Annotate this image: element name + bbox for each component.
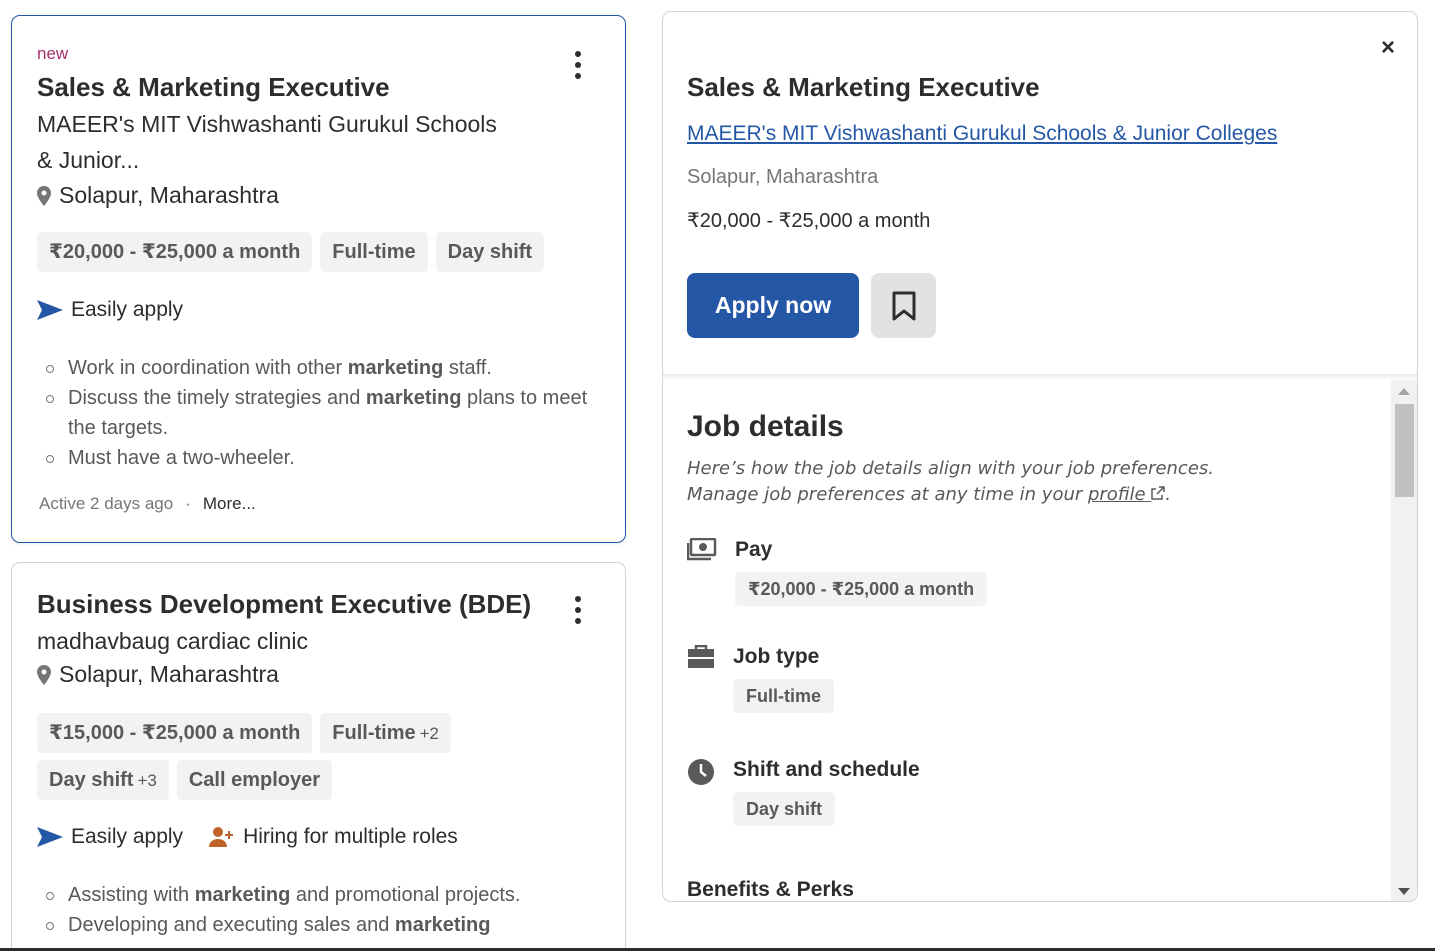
pay-row: Pay ₹20,000 - ₹25,000 a month xyxy=(687,538,988,606)
snippet-item: Discuss the timely strategies and market… xyxy=(44,383,604,443)
easily-apply-label: Easily apply xyxy=(71,298,184,321)
job-title[interactable]: Sales & Marketing Executive xyxy=(37,72,390,103)
job-card-bde[interactable]: Business Development Executive (BDE) mad… xyxy=(11,562,626,951)
external-link-icon xyxy=(1151,486,1166,500)
job-type-tag: Full-time +2 xyxy=(320,713,452,753)
job-type-label: Job type xyxy=(733,645,820,668)
more-vertical-icon xyxy=(575,51,581,57)
salary-tag: ₹15,000 - ₹25,000 a month xyxy=(37,713,313,753)
location-text: Solapur, Maharashtra xyxy=(59,661,279,687)
meta-separator: · xyxy=(185,494,191,513)
job-type-value-tag: Full-time xyxy=(733,679,834,713)
job-meta: Active 2 days ago · More... xyxy=(39,494,256,514)
job-tags-row2: Day shift +3 Call employer xyxy=(37,760,333,800)
save-job-button[interactable] xyxy=(871,273,936,338)
job-options-button[interactable] xyxy=(568,48,588,82)
job-options-button[interactable] xyxy=(568,593,588,627)
profile-link[interactable]: profile xyxy=(1088,484,1166,505)
job-location: Solapur, Maharashtra xyxy=(37,661,279,688)
briefcase-icon xyxy=(688,645,714,668)
shift-label: Shift and schedule xyxy=(733,758,920,781)
note-line2: Manage job preferences at any time in yo… xyxy=(687,484,1171,505)
map-pin-icon xyxy=(37,185,51,206)
easily-apply-label: Easily apply xyxy=(71,825,184,848)
more-link[interactable]: More... xyxy=(203,494,256,514)
detail-job-title: Sales & Marketing Executive xyxy=(687,72,1040,102)
company-name: madhavbaug cardiac clinic xyxy=(37,628,309,654)
easily-apply-feature: Easily apply xyxy=(37,298,183,322)
job-details-heading: Job details xyxy=(687,410,844,443)
job-features: Easily apply Hiring for multiple roles xyxy=(37,825,458,849)
send-arrow-icon xyxy=(37,300,63,320)
pay-label: Pay xyxy=(735,538,773,561)
job-snippet-list: Assisting with marketing and promotional… xyxy=(44,880,604,940)
job-detail-panel: × Sales & Marketing Executive MAEER's MI… xyxy=(662,11,1418,902)
snippet-item: Work in coordination with other marketin… xyxy=(44,353,604,383)
shift-tag: Day shift xyxy=(435,232,545,272)
company-name-line2: & Junior... xyxy=(37,147,140,173)
scroll-down-icon[interactable] xyxy=(1398,888,1410,895)
new-badge: new xyxy=(37,44,69,63)
job-location: Solapur, Maharashtra xyxy=(37,182,279,209)
snippet-item: Assisting with marketing and promotional… xyxy=(44,880,604,910)
clock-icon xyxy=(688,759,714,785)
location-text: Solapur, Maharashtra xyxy=(59,182,279,208)
call-employer-tag: Call employer xyxy=(176,760,333,800)
shift-row: Shift and schedule Day shift xyxy=(687,758,920,826)
note-line1: Here’s how the job details align with yo… xyxy=(687,458,1215,479)
job-type-row: Job type Full-time xyxy=(687,645,834,713)
hiring-multiple-feature: Hiring for multiple roles xyxy=(209,825,458,849)
send-arrow-icon xyxy=(37,827,63,847)
job-card-sales-marketing[interactable]: new Sales & Marketing Executive MAEER's … xyxy=(11,15,626,543)
detail-company-link[interactable]: MAEER's MIT Vishwashanti Gurukul Schools… xyxy=(687,122,1277,146)
shift-tag: Day shift +3 xyxy=(37,760,169,800)
easily-apply-feature: Easily apply xyxy=(37,825,183,849)
hiring-multiple-label: Hiring for multiple roles xyxy=(243,825,458,848)
job-tags: ₹15,000 - ₹25,000 a month Full-time +2 xyxy=(37,713,452,753)
scroll-up-icon[interactable] xyxy=(1398,388,1410,395)
person-add-icon xyxy=(209,827,234,847)
snippet-item: Must have a two-wheeler. xyxy=(44,443,604,473)
close-icon[interactable]: × xyxy=(1381,34,1395,62)
job-title[interactable]: Business Development Executive (BDE) xyxy=(37,589,531,620)
money-icon xyxy=(687,538,717,561)
company-name: MAEER's MIT Vishwashanti Gurukul Schools… xyxy=(37,106,537,178)
detail-salary: ₹20,000 - ₹25,000 a month xyxy=(687,210,931,232)
job-tags: ₹20,000 - ₹25,000 a month Full-time Day … xyxy=(37,232,545,272)
snippet-item: Developing and executing sales and marke… xyxy=(44,910,604,940)
apply-now-button[interactable]: Apply now xyxy=(687,273,859,338)
job-details-section: Job details Here’s how the job details a… xyxy=(663,380,1417,901)
map-pin-icon xyxy=(37,664,51,685)
details-scrollbar[interactable] xyxy=(1391,380,1417,901)
salary-tag: ₹20,000 - ₹25,000 a month xyxy=(37,232,313,272)
more-vertical-icon xyxy=(575,596,581,602)
benefits-heading: Benefits & Perks xyxy=(687,878,854,901)
pay-value-tag: ₹20,000 - ₹25,000 a month xyxy=(735,572,988,606)
detail-location: Solapur, Maharashtra xyxy=(687,166,879,188)
job-type-tag: Full-time xyxy=(320,232,428,272)
active-date: Active 2 days ago xyxy=(39,494,174,513)
scroll-thumb[interactable] xyxy=(1395,404,1414,497)
bookmark-icon xyxy=(892,291,915,320)
company-name-line1: MAEER's MIT Vishwashanti Gurukul Schools xyxy=(37,111,497,137)
job-snippet-list: Work in coordination with other marketin… xyxy=(44,353,604,473)
job-details-note: Here’s how the job details align with yo… xyxy=(687,456,1214,508)
shift-value-tag: Day shift xyxy=(733,792,836,826)
job-features: Easily apply xyxy=(37,298,183,322)
